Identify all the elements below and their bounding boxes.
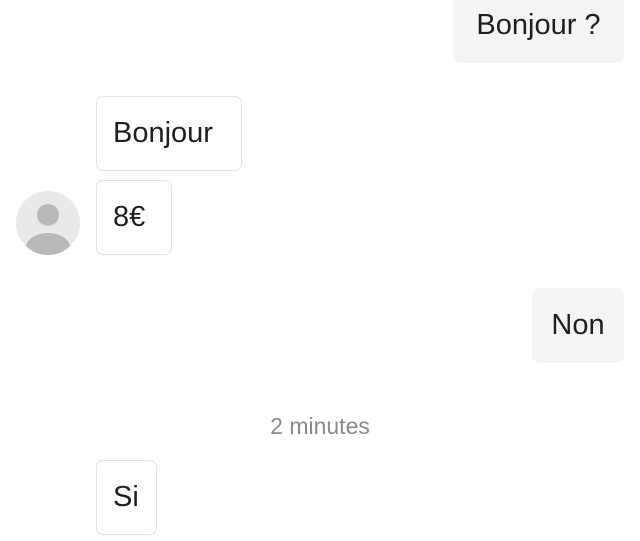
conversation-thread: Bonjour ? Bonjour 8€ Non 2 minutes Si: [0, 0, 640, 541]
incoming-message-bubble[interactable]: Si: [96, 460, 157, 535]
outgoing-message-bubble[interactable]: Non: [532, 288, 624, 363]
outgoing-message-bubble[interactable]: Bonjour ?: [453, 0, 624, 63]
user-avatar[interactable]: [16, 191, 80, 255]
incoming-message-bubble[interactable]: Bonjour: [96, 96, 242, 171]
incoming-message-bubble[interactable]: 8€: [96, 180, 172, 255]
message-timestamp: 2 minutes: [270, 413, 370, 439]
default-user-avatar-icon: [26, 204, 70, 255]
